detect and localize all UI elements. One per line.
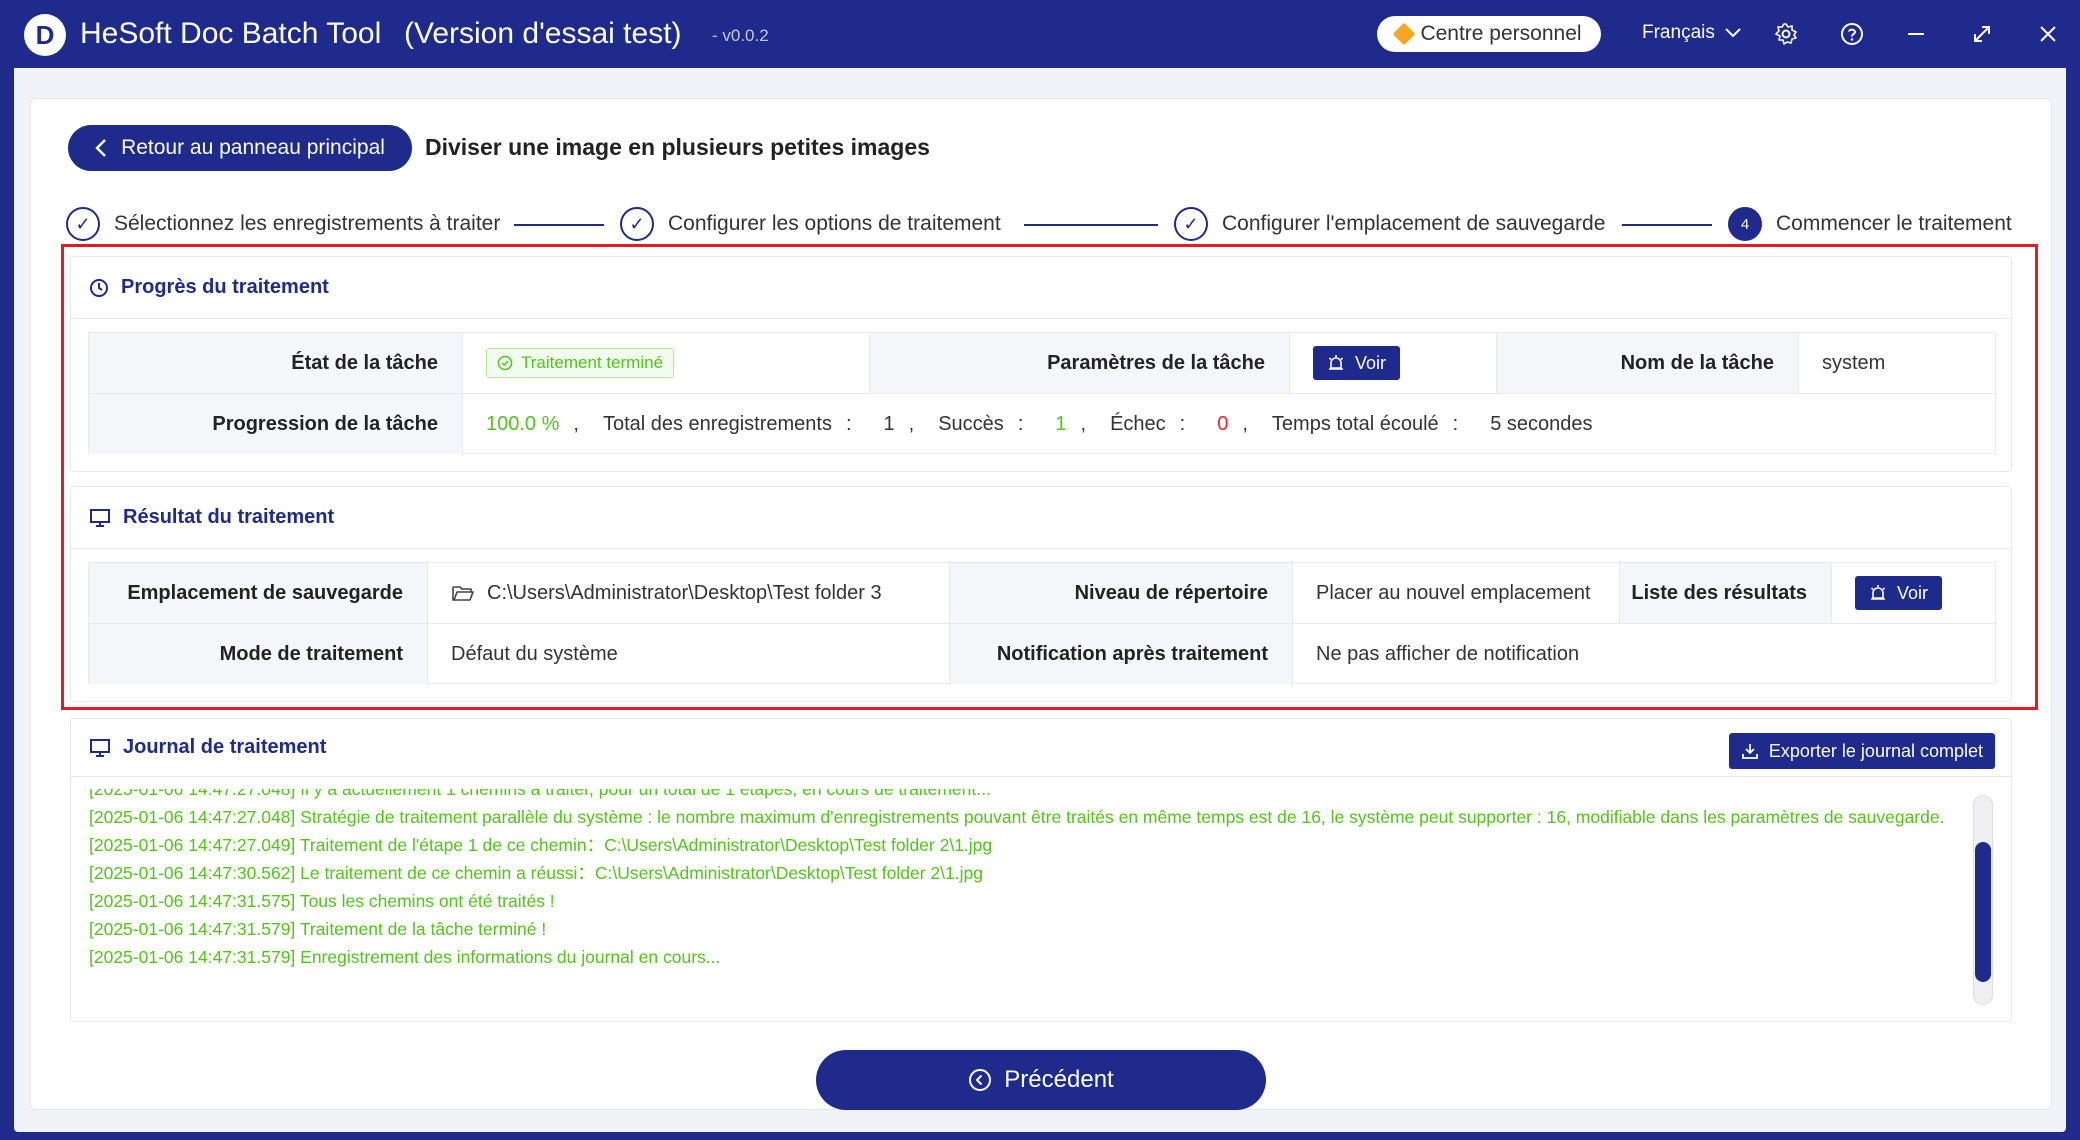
log-line: [2025-01-06 14:47:31.579] Enregistrement… xyxy=(89,947,721,967)
check-icon: ✓ xyxy=(66,207,100,241)
previous-button[interactable]: Précédent xyxy=(816,1050,1266,1110)
check-icon: ✓ xyxy=(1174,207,1208,241)
chevron-down-icon xyxy=(1725,28,1741,38)
back-to-main-button[interactable]: Retour au panneau principal xyxy=(68,125,412,171)
log-line: [2025-01-06 14:47:31.575] Tous les chemi… xyxy=(89,891,555,911)
download-icon xyxy=(1741,744,1758,759)
step-configure-save: ✓ Configurer l'emplacement de sauvegarde xyxy=(1174,206,1605,242)
step-label: Commencer le traitement xyxy=(1776,212,2012,235)
back-button-label: Retour au panneau principal xyxy=(121,136,385,159)
step-label: Configurer les options de traitement xyxy=(668,212,1001,235)
log-line: [2025-01-06 14:47:27.048] Il y a actuell… xyxy=(89,789,991,799)
log-line: [2025-01-06 14:47:30.562] Le traitement … xyxy=(89,863,983,883)
step-configure-options: ✓ Configurer les options de traitement xyxy=(620,206,1001,242)
arrow-left-circle-icon xyxy=(969,1069,992,1091)
close-icon[interactable] xyxy=(2032,18,2064,50)
log-line: [2025-01-06 14:47:27.049] Traitement de … xyxy=(89,835,993,855)
log-output[interactable]: [2025-01-06 14:47:27.048] Il y a actuell… xyxy=(89,789,1959,999)
export-label: Exporter le journal complet xyxy=(1768,740,1983,761)
language-selector[interactable]: Français xyxy=(1642,22,1741,44)
step-connector xyxy=(1622,224,1712,226)
minimize-icon[interactable] xyxy=(1900,18,1932,50)
app-title: HeSoft Doc Batch Tool xyxy=(80,17,382,50)
export-log-button[interactable]: Exporter le journal complet xyxy=(1728,733,1995,769)
step-label: Sélectionnez les enregistrements à trait… xyxy=(114,212,501,235)
chevron-left-icon xyxy=(95,139,106,157)
app-version: - v0.0.2 xyxy=(712,26,769,45)
log-scrollbar[interactable] xyxy=(1973,795,1993,1005)
scrollbar-thumb[interactable] xyxy=(1975,842,1991,982)
previous-label: Précédent xyxy=(1004,1066,1114,1093)
step-connector xyxy=(1024,224,1158,226)
journal-panel-header: Journal de traitement xyxy=(71,719,2011,777)
step-number: 4 xyxy=(1728,207,1762,241)
app-edition: (Version d'essai test) xyxy=(404,17,682,50)
settings-icon[interactable] xyxy=(1770,18,1802,50)
personal-center-label: Centre personnel xyxy=(1420,22,1582,45)
maximize-icon[interactable] xyxy=(1966,18,1998,50)
page-title: Diviser une image en plusieurs petites i… xyxy=(425,134,930,160)
journal-title: Journal de traitement xyxy=(123,736,327,758)
personal-center-button[interactable]: Centre personnel xyxy=(1377,16,1601,52)
check-icon: ✓ xyxy=(620,207,654,241)
step-select-records: ✓ Sélectionnez les enregistrements à tra… xyxy=(66,206,500,242)
highlight-frame xyxy=(61,244,2038,710)
monitor-icon xyxy=(89,738,111,758)
journal-panel: Journal de traitement Exporter le journa… xyxy=(70,718,2012,1022)
log-line: [2025-01-06 14:47:31.579] Traitement de … xyxy=(89,919,547,939)
title-bar: D HeSoft Doc Batch Tool (Version d'essai… xyxy=(0,0,2080,68)
log-line: [2025-01-06 14:47:27.048] Stratégie de t… xyxy=(89,807,1945,827)
step-connector xyxy=(514,224,604,226)
help-icon[interactable] xyxy=(1836,18,1868,50)
step-label: Configurer l'emplacement de sauvegarde xyxy=(1222,212,1606,235)
step-start-processing: 4 Commencer le traitement xyxy=(1728,206,2012,242)
diamond-icon xyxy=(1393,22,1416,46)
language-label: Français xyxy=(1642,22,1715,43)
app-logo: D xyxy=(24,14,66,56)
